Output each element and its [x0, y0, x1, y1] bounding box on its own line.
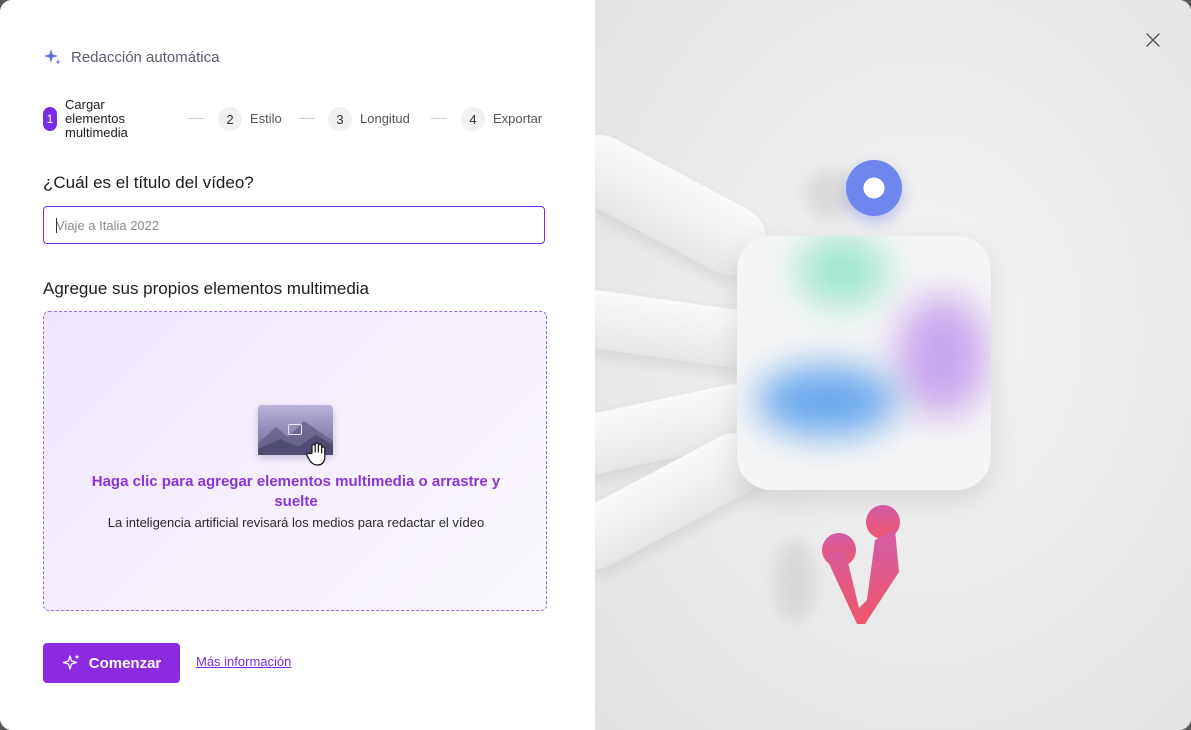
dropzone-sub-text: La inteligencia artificial revisará los …	[107, 515, 485, 530]
dropzone-main-text[interactable]: Haga clic para agregar elementos multime…	[44, 472, 548, 512]
close-icon[interactable]	[1145, 32, 1161, 48]
sparkle-icon	[44, 49, 61, 65]
video-title-input[interactable]	[43, 206, 545, 244]
step-label: Longitud	[360, 111, 410, 126]
ring-icon	[846, 160, 902, 216]
text-caret	[56, 218, 57, 233]
step-label: Estilo	[250, 111, 282, 126]
music-note-icon	[822, 505, 900, 624]
step-number: 3	[328, 107, 352, 131]
step-separator	[188, 118, 204, 119]
decorative-card	[737, 236, 991, 490]
film-frame-icon	[288, 424, 302, 435]
step-number: 1	[43, 107, 57, 131]
step-export[interactable]: 4 Exportar	[461, 107, 542, 131]
step-style[interactable]: 2 Estilo	[218, 107, 282, 131]
media-heading: Agregue sus propios elementos multimedia	[43, 279, 370, 298]
dialog-header: Redacción automática	[43, 46, 219, 68]
sparkle-icon	[62, 654, 80, 670]
step-number: 2	[218, 107, 242, 131]
stepper: 1 Cargar elementos multimedia 2 Estilo 3…	[43, 98, 547, 140]
decorative-blob	[757, 366, 897, 436]
illustration-panel	[595, 0, 1191, 730]
decorative-blob	[897, 296, 987, 416]
start-button[interactable]: Comenzar	[43, 643, 180, 683]
more-info-link[interactable]: Más información	[196, 654, 291, 669]
step-label: Exportar	[493, 111, 543, 126]
step-separator	[431, 118, 447, 119]
step-separator	[299, 118, 315, 119]
start-button-label: Comenzar	[88, 654, 162, 672]
step-length[interactable]: 3 Longitud	[328, 107, 410, 131]
decorative-blob	[797, 236, 887, 306]
auto-compose-dialog: Redacción automática 1 Cargar elementos …	[0, 0, 1191, 730]
step-number: 4	[461, 107, 485, 131]
hand-cursor-icon	[306, 442, 326, 466]
step-upload-media[interactable]: 1 Cargar elementos multimedia	[43, 98, 149, 140]
video-title-question: ¿Cuál es el título del vídeo?	[43, 173, 254, 192]
media-dropzone[interactable]: Haga clic para agregar elementos multime…	[43, 311, 547, 611]
dialog-title: Redacción automática	[71, 48, 220, 66]
decorative-shadow	[775, 540, 815, 620]
left-panel: Redacción automática 1 Cargar elementos …	[0, 0, 595, 730]
step-label: Cargar elementos multimedia	[65, 97, 128, 140]
